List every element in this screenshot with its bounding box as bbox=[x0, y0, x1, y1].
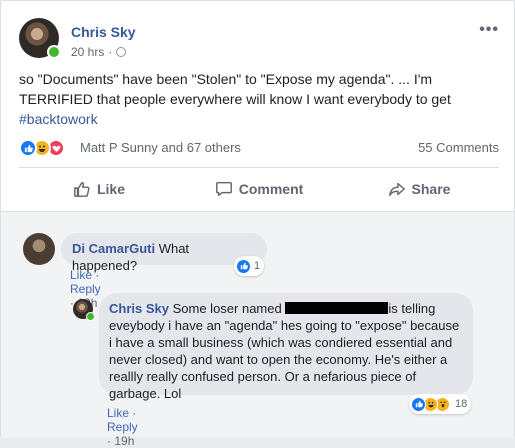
comment-bubble-icon bbox=[215, 181, 232, 197]
redacted-name-block bbox=[285, 302, 389, 314]
comments-count-link[interactable]: 55 Comments bbox=[418, 140, 499, 155]
like-reaction-icon bbox=[411, 396, 426, 412]
reply-text-start: Some loser named bbox=[172, 301, 286, 316]
share-button[interactable]: Share bbox=[339, 171, 499, 207]
reply-like-link[interactable]: Like bbox=[107, 406, 129, 420]
author-avatar[interactable] bbox=[19, 18, 61, 59]
comment-button[interactable]: Comment bbox=[179, 171, 339, 207]
post-timestamp[interactable]: 20 hrs bbox=[71, 45, 104, 59]
like-reaction-icon bbox=[19, 139, 37, 157]
comment-reply-link[interactable]: Reply bbox=[70, 282, 101, 296]
reaction-names[interactable]: Matt P Sunny and 67 others bbox=[80, 140, 241, 155]
ellipsis-icon[interactable]: ••• bbox=[479, 21, 499, 39]
reply-text-end: is telling eveybody i have an "agenda" h… bbox=[109, 301, 460, 401]
globe-icon[interactable] bbox=[116, 47, 127, 57]
online-status-indicator bbox=[47, 45, 61, 59]
reply-reaction-count: 18 bbox=[455, 398, 468, 410]
post-action-bar: Like Comment Share bbox=[19, 171, 499, 207]
comment-author-name[interactable]: Di CamarGuti bbox=[72, 241, 155, 256]
post-card: Chris Sky 20 hrs · ••• so "Documents" ha… bbox=[0, 0, 515, 448]
like-button-label: Like bbox=[96, 181, 125, 197]
reply-actions: Like · Reply · 19h bbox=[107, 406, 138, 448]
comments-section: Di CamarGuti What happened? 1 Like · Rep… bbox=[1, 212, 514, 448]
like-button[interactable]: Like bbox=[19, 171, 179, 207]
reply-reaction-badge[interactable]: 18 bbox=[409, 394, 472, 414]
reactions-summary: Matt P Sunny and 67 others 55 Comments bbox=[19, 137, 499, 159]
reply-author-avatar[interactable] bbox=[73, 299, 95, 321]
thumbs-up-icon bbox=[74, 181, 90, 197]
hashtag-link[interactable]: #backtowork bbox=[19, 111, 98, 127]
online-status-indicator bbox=[86, 312, 95, 321]
post-meta: 20 hrs · bbox=[71, 45, 127, 59]
reaction-icons[interactable] bbox=[19, 139, 65, 157]
share-button-label: Share bbox=[411, 181, 451, 197]
post-author-name[interactable]: Chris Sky bbox=[71, 24, 136, 40]
comment-reaction-badge[interactable]: 1 bbox=[234, 256, 265, 276]
reply-timestamp[interactable]: 19h bbox=[114, 434, 134, 448]
share-arrow-icon bbox=[388, 182, 405, 197]
post-header: Chris Sky 20 hrs · ••• bbox=[19, 15, 499, 63]
post-body-text: so "Documents" have been "Stolen" to "Ex… bbox=[19, 71, 451, 107]
reply-bubble: Chris Sky Some loser named is telling ev… bbox=[99, 293, 473, 401]
comment-button-label: Comment bbox=[238, 181, 304, 197]
like-reaction-icon bbox=[236, 258, 251, 274]
reply-author-name[interactable]: Chris Sky bbox=[109, 301, 169, 316]
reply-reply-link[interactable]: Reply bbox=[107, 420, 138, 434]
post-text: so "Documents" have been "Stolen" to "Ex… bbox=[19, 69, 489, 129]
comment-reaction-count: 1 bbox=[254, 260, 261, 272]
divider bbox=[19, 167, 499, 168]
comment-like-link[interactable]: Like bbox=[70, 268, 92, 282]
commenter-avatar[interactable] bbox=[23, 233, 55, 265]
